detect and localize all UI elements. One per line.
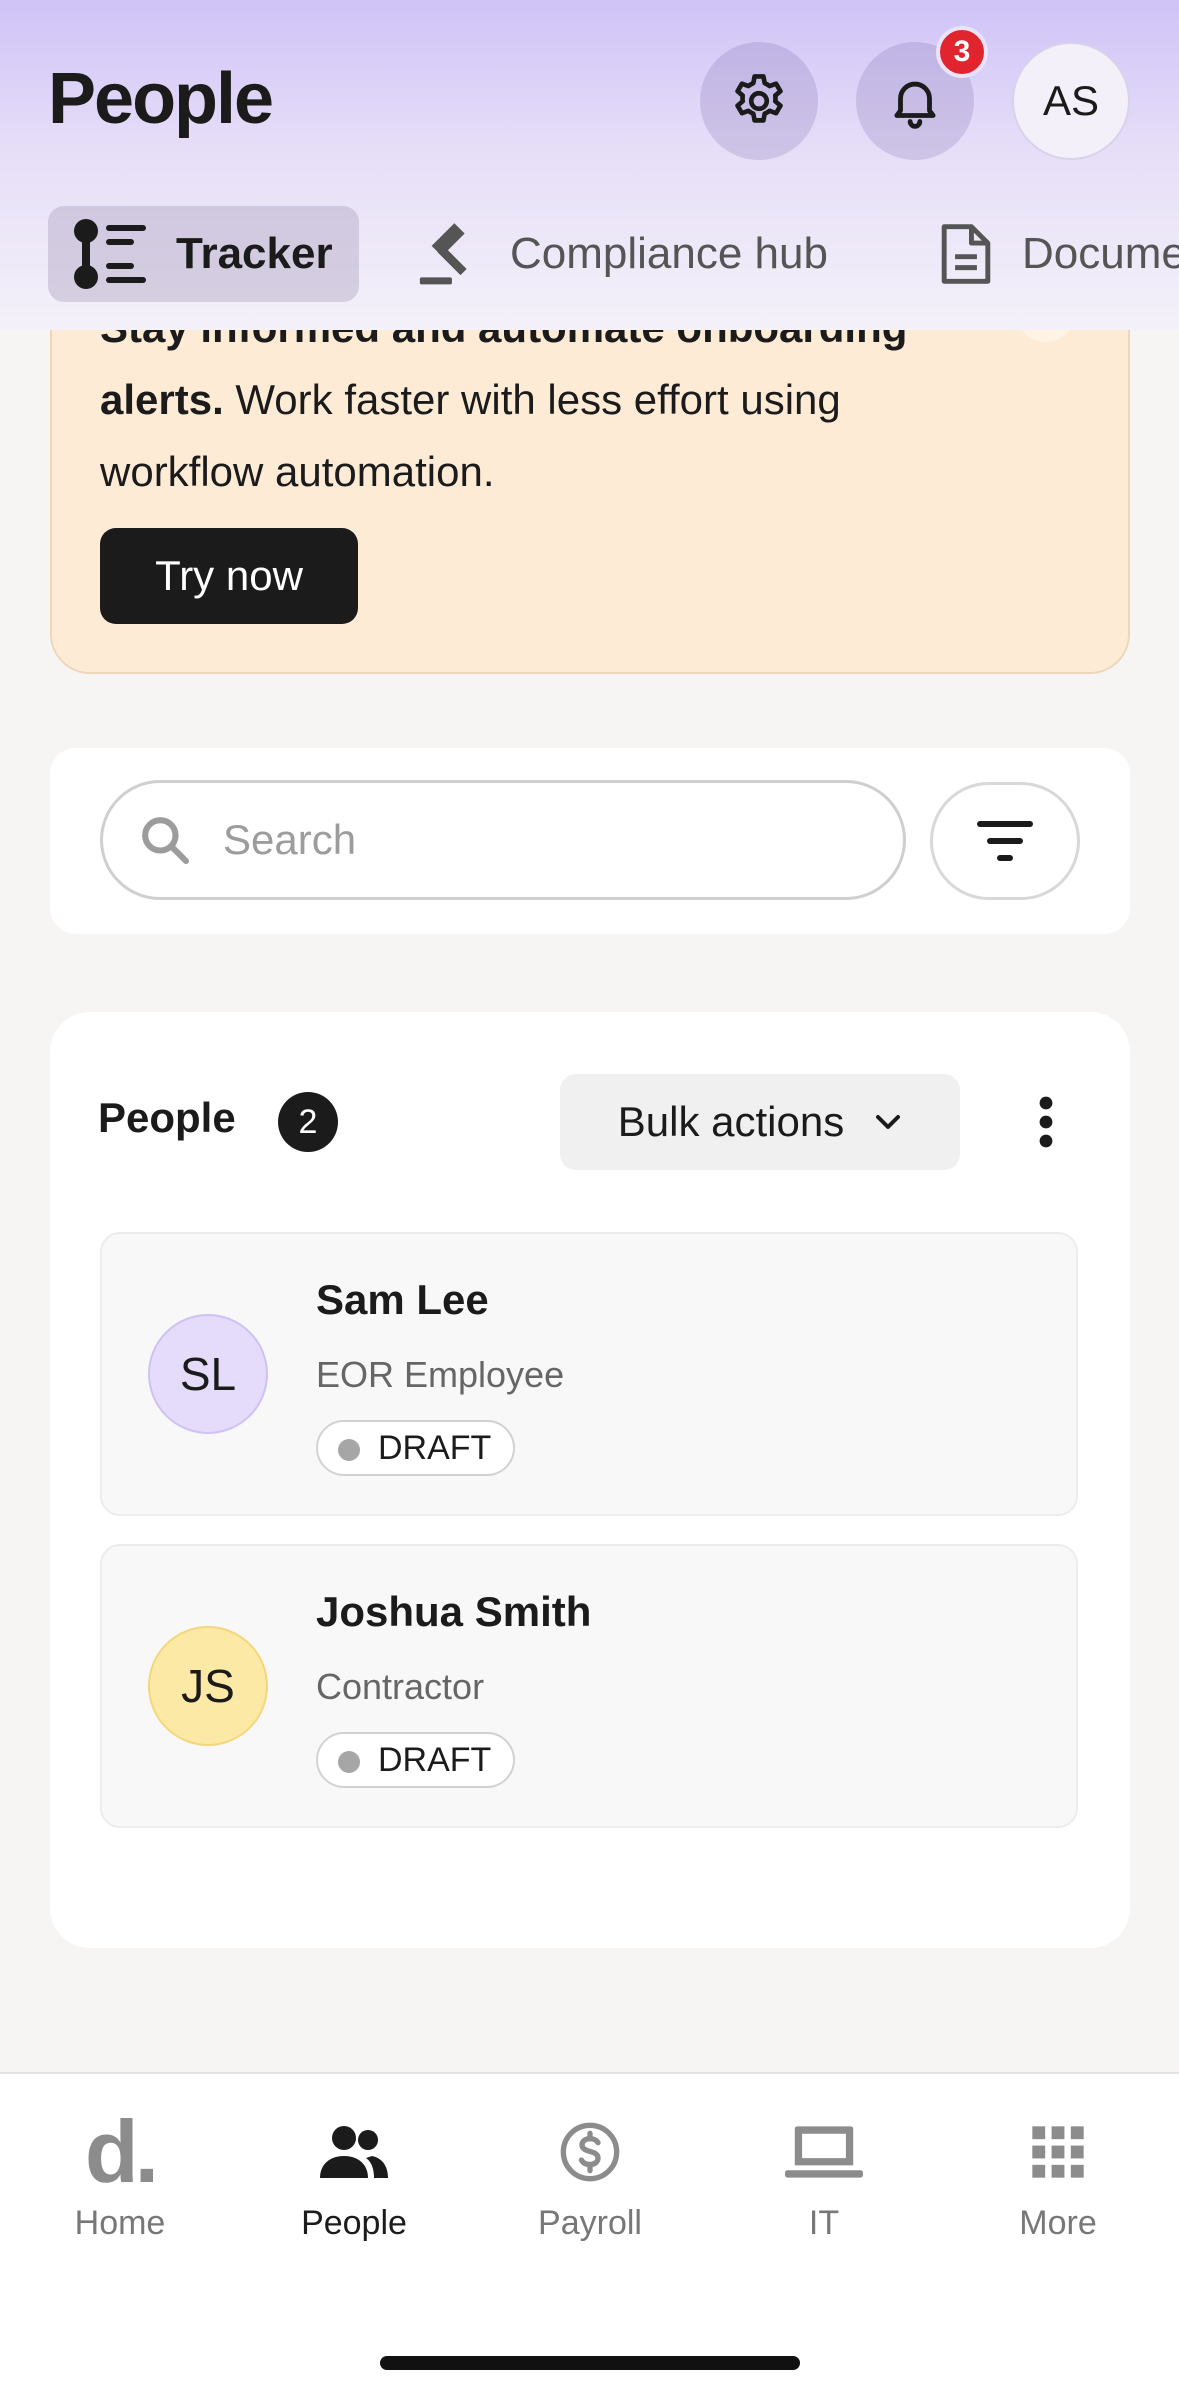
notification-count-badge: 3: [936, 26, 988, 78]
grid-icon: [1032, 2126, 1084, 2178]
home-logo-icon: d.: [84, 2102, 159, 2201]
gavel-icon: [419, 223, 467, 285]
person-name: Sam Lee: [316, 1276, 489, 1323]
app-header: People 3 AS Tracker Compliance hub Docum…: [0, 0, 1179, 330]
try-now-button[interactable]: Try now: [100, 528, 358, 624]
status-badge: DRAFT: [316, 1420, 516, 1476]
banner-headline-end: alerts.: [100, 376, 224, 423]
gear-icon: [735, 74, 783, 123]
user-avatar-button[interactable]: AS: [1012, 42, 1130, 160]
bulk-actions-button[interactable]: Bulk actions: [560, 1074, 960, 1170]
person-row[interactable]: SL Sam Lee EOR Employee DRAFT: [100, 1232, 1078, 1516]
page-title: People: [48, 59, 274, 139]
laptop-icon: [785, 2126, 863, 2178]
person-row[interactable]: JS Joshua Smith Contractor DRAFT: [100, 1544, 1078, 1828]
nav-payroll[interactable]: Payroll: [490, 2114, 690, 2243]
person-name: Joshua Smith: [316, 1588, 592, 1635]
filter-icon: [977, 821, 1033, 861]
document-icon: [941, 224, 991, 284]
nav-label: People: [301, 2204, 407, 2242]
tab-compliance-hub[interactable]: Compliance hub: [414, 206, 828, 302]
search-icon: [142, 817, 190, 865]
nav-more[interactable]: More: [958, 2114, 1158, 2243]
people-list-title: People: [98, 1094, 236, 1141]
nav-people[interactable]: People: [254, 2114, 454, 2243]
person-role: Contractor: [316, 1666, 485, 1707]
tab-documents[interactable]: Docume: [936, 206, 1179, 302]
tracker-icon: [74, 219, 146, 289]
chevron-down-icon: [876, 1115, 901, 1129]
tab-bar: Tracker Compliance hub Docume: [0, 206, 1179, 302]
dollar-circle-icon: [560, 2122, 620, 2182]
person-avatar: JS: [148, 1626, 268, 1746]
people-count-badge: 2: [278, 1092, 338, 1152]
more-options-button[interactable]: [1010, 1074, 1082, 1170]
tab-label: Compliance hub: [510, 229, 828, 278]
tab-tracker[interactable]: Tracker: [48, 206, 359, 302]
nav-label: More: [1019, 2204, 1097, 2242]
kebab-menu-icon: [1039, 1096, 1053, 1148]
person-avatar: SL: [148, 1314, 268, 1434]
search-field[interactable]: [100, 780, 906, 900]
bottom-navigation: d. Home People Payroll IT More: [0, 2072, 1179, 2396]
nav-label: Payroll: [538, 2204, 642, 2242]
tab-label: Tracker: [176, 229, 333, 278]
nav-label: Home: [74, 2204, 166, 2242]
people-icon: [320, 2126, 388, 2178]
people-list-card: People 2 Bulk actions SL Sam Lee EOR Emp…: [50, 1012, 1130, 1948]
bell-icon: [894, 81, 936, 129]
nav-label: IT: [808, 2204, 840, 2242]
status-badge: DRAFT: [316, 1732, 516, 1788]
filter-button[interactable]: [930, 782, 1080, 900]
nav-it[interactable]: IT: [724, 2114, 924, 2243]
search-card: [50, 748, 1130, 934]
tab-label: Docume: [1022, 229, 1179, 278]
search-input[interactable]: [223, 816, 823, 864]
person-role: EOR Employee: [316, 1354, 565, 1395]
settings-button[interactable]: [700, 42, 818, 160]
bulk-actions-label: Bulk actions: [617, 1098, 845, 1145]
nav-home[interactable]: d. Home: [20, 2102, 220, 2243]
home-indicator[interactable]: [380, 2356, 800, 2370]
